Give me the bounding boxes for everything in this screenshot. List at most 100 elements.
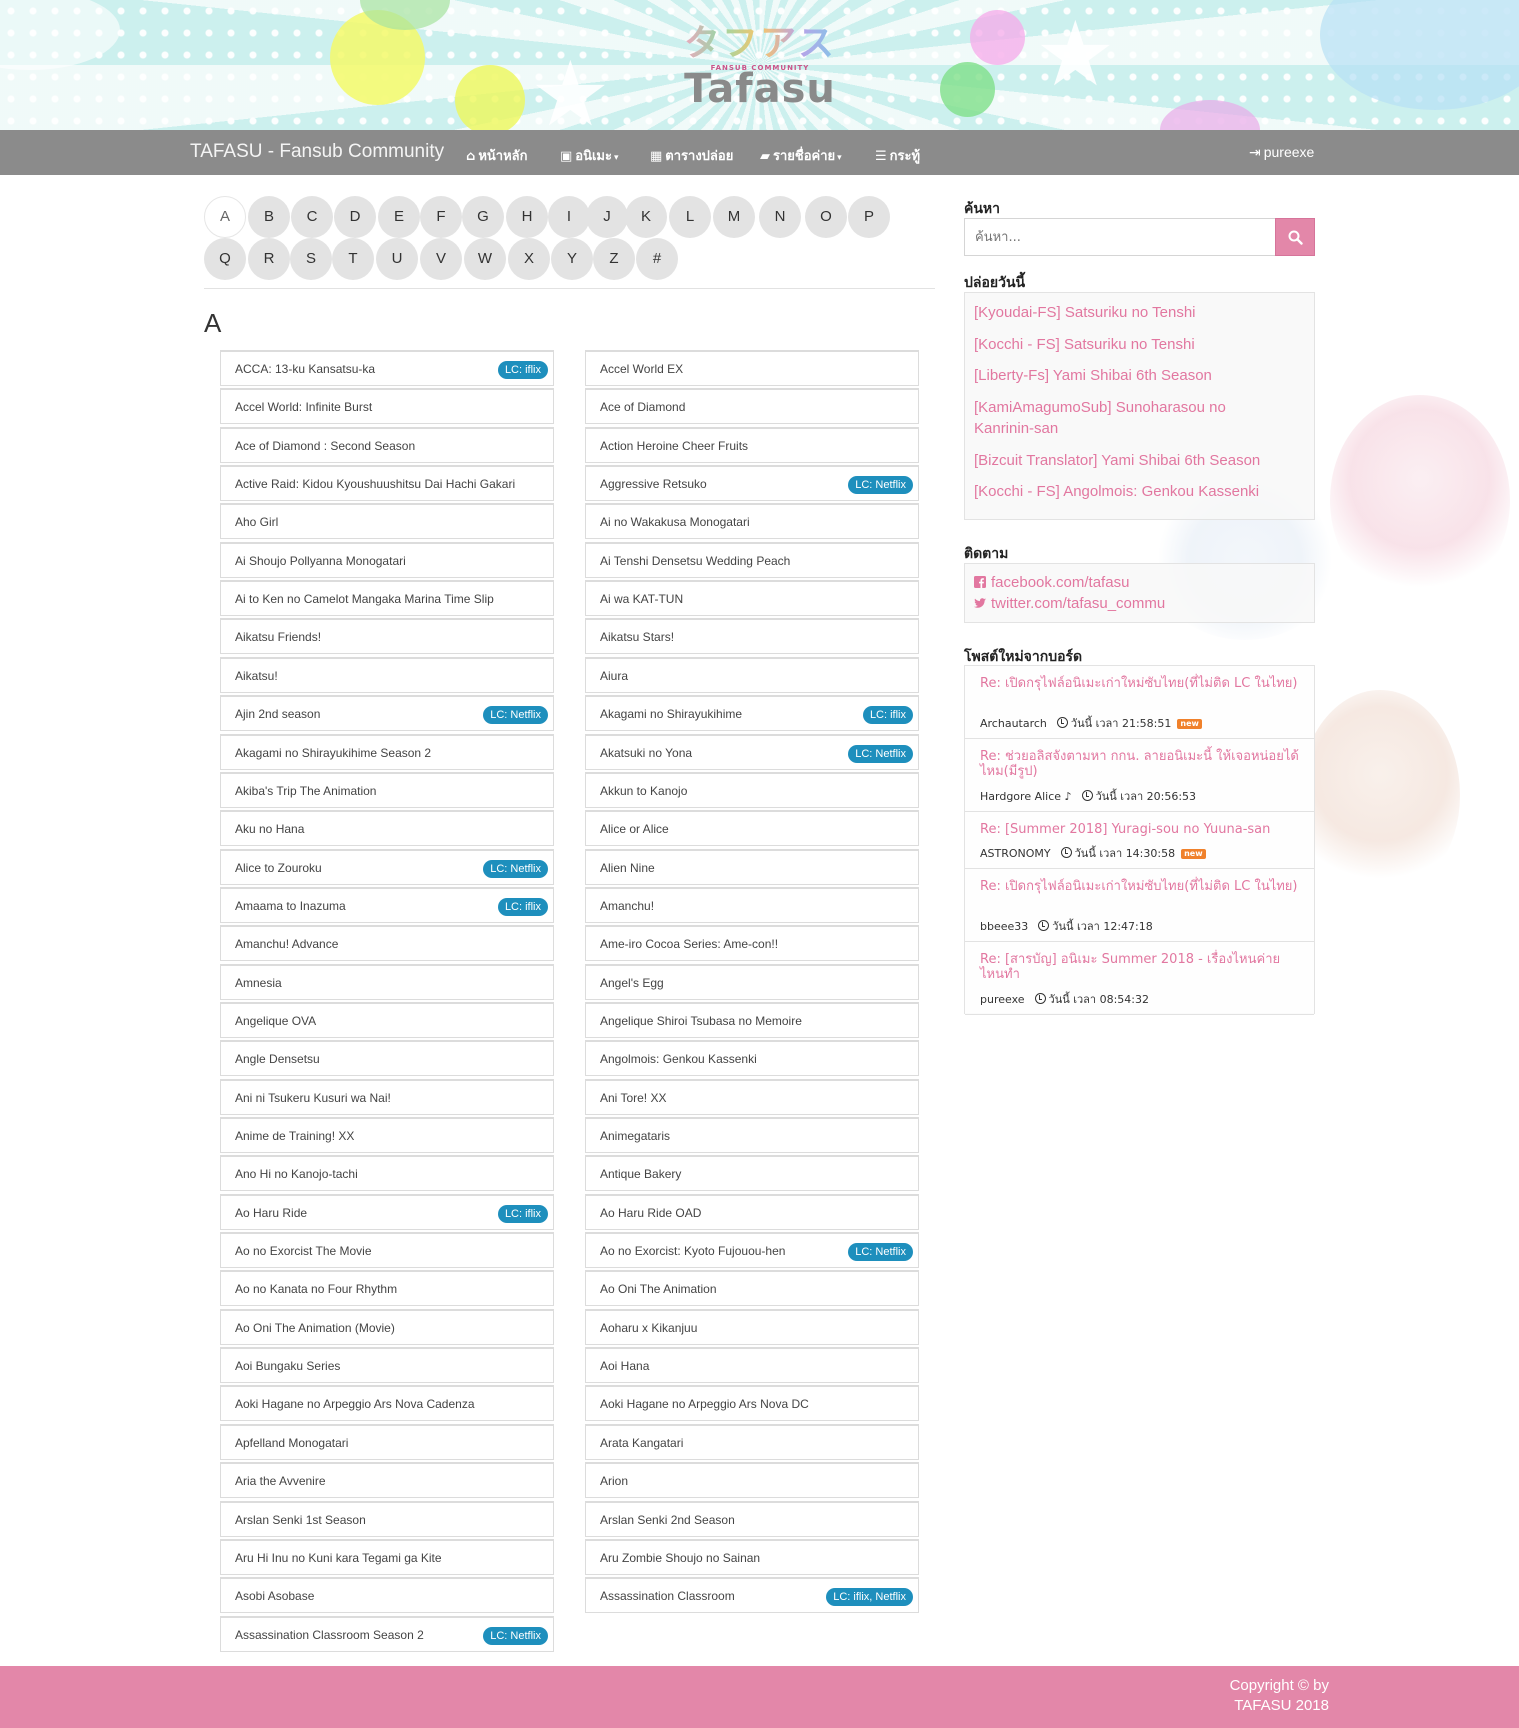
nav-board[interactable]: ☰ กระทู้ xyxy=(875,145,920,166)
twitter-link[interactable]: twitter.com/tafasu_commu xyxy=(974,595,1165,612)
letter-filter-t[interactable]: T xyxy=(332,238,374,280)
anime-list-item[interactable]: Ajin 2nd season LC: Netflix xyxy=(220,695,554,731)
anime-list-item[interactable]: Aoki Hagane no Arpeggio Ars Nova Cadenza xyxy=(220,1385,554,1421)
letter-filter-p[interactable]: P xyxy=(848,196,890,238)
letter-filter-h[interactable]: H xyxy=(506,196,548,238)
letter-filter-q[interactable]: Q xyxy=(204,238,246,280)
anime-list-item[interactable]: Aho Girl xyxy=(220,503,554,539)
anime-list-item[interactable]: Active Raid: Kidou Kyoushuushitsu Dai Ha… xyxy=(220,465,554,501)
anime-list-item[interactable]: Aiura xyxy=(585,657,919,693)
letter-filter-u[interactable]: U xyxy=(376,238,418,280)
letter-filter-k[interactable]: K xyxy=(625,196,667,238)
anime-list-item[interactable]: Aikatsu! xyxy=(220,657,554,693)
release-link[interactable]: [Kyoudai-FS] Satsuriku no Tenshi xyxy=(974,302,1294,323)
board-post-title[interactable]: Re: ช่วยอลิสจังตามหา กกน. ลายอนิเมะนี้ ใ… xyxy=(980,749,1300,779)
letter-filter-x[interactable]: X xyxy=(508,238,550,280)
anime-list-item[interactable]: Ai Tenshi Densetsu Wedding Peach xyxy=(585,542,919,578)
letter-filter-f[interactable]: F xyxy=(420,196,462,238)
board-post-author[interactable]: ASTRONOMY xyxy=(980,847,1051,860)
anime-list-item[interactable]: Ao Oni The Animation (Movie) xyxy=(220,1309,554,1345)
anime-list-item[interactable]: Aoi Bungaku Series xyxy=(220,1347,554,1383)
anime-list-item[interactable]: Antique Bakery xyxy=(585,1155,919,1191)
anime-list-item[interactable]: Ao Haru Ride OAD xyxy=(585,1194,919,1230)
board-post-title[interactable]: Re: [Summer 2018] Yuragi-sou no Yuuna-sa… xyxy=(980,822,1300,837)
anime-list-item[interactable]: Alien Nine xyxy=(585,849,919,885)
anime-list-item[interactable]: Aoki Hagane no Arpeggio Ars Nova DC xyxy=(585,1385,919,1421)
anime-list-item[interactable]: Action Heroine Cheer Fruits xyxy=(585,427,919,463)
anime-list-item[interactable]: Accel World: Infinite Burst xyxy=(220,388,554,424)
anime-list-item[interactable]: Apfelland Monogatari xyxy=(220,1424,554,1460)
letter-filter-d[interactable]: D xyxy=(334,196,376,238)
anime-list-item[interactable]: Amanchu! xyxy=(585,887,919,923)
board-post-author[interactable]: Archautarch xyxy=(980,717,1047,730)
anime-list-item[interactable]: Ani ni Tsukeru Kusuri wa Nai! xyxy=(220,1079,554,1115)
letter-filter-r[interactable]: R xyxy=(248,238,290,280)
letter-filter-z[interactable]: Z xyxy=(593,238,635,280)
anime-list-item[interactable]: Angolmois: Genkou Kassenki xyxy=(585,1040,919,1076)
anime-list-item[interactable]: Aoharu x Kikanjuu xyxy=(585,1309,919,1345)
anime-list-item[interactable]: Ai no Wakakusa Monogatari xyxy=(585,503,919,539)
release-link[interactable]: [Kocchi - FS] Satsuriku no Tenshi xyxy=(974,334,1294,355)
anime-list-item[interactable]: Ai Shoujo Pollyanna Monogatari xyxy=(220,542,554,578)
nav-user[interactable]: ⇥ pureexe xyxy=(1249,144,1314,161)
letter-filter-b[interactable]: B xyxy=(248,196,290,238)
anime-list-item[interactable]: Anime de Training! XX xyxy=(220,1117,554,1153)
letter-filter-g[interactable]: G xyxy=(462,196,504,238)
anime-list-item[interactable]: Angle Densetsu xyxy=(220,1040,554,1076)
anime-list-item[interactable]: Ano Hi no Kanojo-tachi xyxy=(220,1155,554,1191)
anime-list-item[interactable]: Ai wa KAT-TUN xyxy=(585,580,919,616)
anime-list-item[interactable]: Angel's Egg xyxy=(585,964,919,1000)
anime-list-item[interactable]: Akagami no Shirayukihime Season 2 xyxy=(220,734,554,770)
letter-filter-w[interactable]: W xyxy=(464,238,506,280)
board-post-title[interactable]: Re: เปิดกรุไฟล์อนิเมะเก่าใหม่ซับไทย(ที่ไ… xyxy=(980,676,1300,691)
anime-list-item[interactable]: Asobi Asobase xyxy=(220,1577,554,1613)
anime-list-item[interactable]: Akkun to Kanojo xyxy=(585,772,919,808)
letter-filter-a[interactable]: A xyxy=(204,196,246,238)
letter-filter-j[interactable]: J xyxy=(586,196,628,238)
search-button[interactable] xyxy=(1275,218,1315,256)
anime-list-item[interactable]: Assassination Classroom Season 2 LC: Netf… xyxy=(220,1616,554,1652)
anime-list-item[interactable]: Arslan Senki 2nd Season xyxy=(585,1501,919,1537)
anime-list-item[interactable]: Ame-iro Cocoa Series: Ame-con!! xyxy=(585,925,919,961)
anime-list-item[interactable]: Akiba's Trip The Animation xyxy=(220,772,554,808)
letter-filter-c[interactable]: C xyxy=(291,196,333,238)
letter-filter-y[interactable]: Y xyxy=(551,238,593,280)
anime-list-item[interactable]: Akagami no Shirayukihime LC: iflix xyxy=(585,695,919,731)
letter-filter-n[interactable]: N xyxy=(759,196,801,238)
release-link[interactable]: [KamiAmagumoSub] Sunoharasou no Kanrinin… xyxy=(974,397,1274,439)
search-input[interactable] xyxy=(964,218,1275,256)
letter-filter-s[interactable]: S xyxy=(290,238,332,280)
nav-anime[interactable]: ▣ อนิเมะ ▾ xyxy=(560,145,619,166)
anime-list-item[interactable]: Amaama to Inazuma LC: iflix xyxy=(220,887,554,923)
navbar-brand[interactable]: TAFASU - Fansub Community xyxy=(190,141,444,163)
anime-list-item[interactable]: Angelique OVA xyxy=(220,1002,554,1038)
anime-list-item[interactable]: Alice to Zouroku LC: Netflix xyxy=(220,849,554,885)
anime-list-item[interactable]: Ao Oni The Animation xyxy=(585,1270,919,1306)
anime-list-item[interactable]: Ao no Exorcist The Movie xyxy=(220,1232,554,1268)
anime-list-item[interactable]: Aku no Hana xyxy=(220,810,554,846)
anime-list-item[interactable]: Aru Zombie Shoujo no Sainan xyxy=(585,1539,919,1575)
release-link[interactable]: [Liberty-Fs] Yami Shibai 6th Season xyxy=(974,365,1294,386)
anime-list-item[interactable]: Ai to Ken no Camelot Mangaka Marina Time… xyxy=(220,580,554,616)
letter-filter-l[interactable]: L xyxy=(669,196,711,238)
anime-list-item[interactable]: Ace of Diamond : Second Season xyxy=(220,427,554,463)
anime-list-item[interactable]: Ace of Diamond xyxy=(585,388,919,424)
anime-list-item[interactable]: ACCA: 13-ku Kansatsu-ka LC: iflix xyxy=(220,350,554,386)
anime-list-item[interactable]: Animegataris xyxy=(585,1117,919,1153)
nav-schedule[interactable]: ▦ ตารางปล่อย xyxy=(650,145,733,166)
anime-list-item[interactable]: Arslan Senki 1st Season xyxy=(220,1501,554,1537)
anime-list-item[interactable]: Alice or Alice xyxy=(585,810,919,846)
anime-list-item[interactable]: Arion xyxy=(585,1462,919,1498)
anime-list-item[interactable]: Angelique Shiroi Tsubasa no Memoire xyxy=(585,1002,919,1038)
anime-list-item[interactable]: Aru Hi Inu no Kuni kara Tegami ga Kite xyxy=(220,1539,554,1575)
nav-home[interactable]: ⌂ หน้าหลัก xyxy=(466,145,527,166)
anime-list-item[interactable]: Aikatsu Friends! xyxy=(220,618,554,654)
site-logo[interactable]: タフアス FANSUB COMMUNITY Tafasu xyxy=(680,14,840,114)
letter-filter-v[interactable]: V xyxy=(420,238,462,280)
letter-filter-o[interactable]: O xyxy=(805,196,847,238)
letter-filter-e[interactable]: E xyxy=(378,196,420,238)
anime-list-item[interactable]: Arata Kangatari xyxy=(585,1424,919,1460)
anime-list-item[interactable]: Aoi Hana xyxy=(585,1347,919,1383)
board-post-author[interactable]: Hardgore Alice ♪ xyxy=(980,790,1072,803)
anime-list-item[interactable]: Aria the Avvenire xyxy=(220,1462,554,1498)
